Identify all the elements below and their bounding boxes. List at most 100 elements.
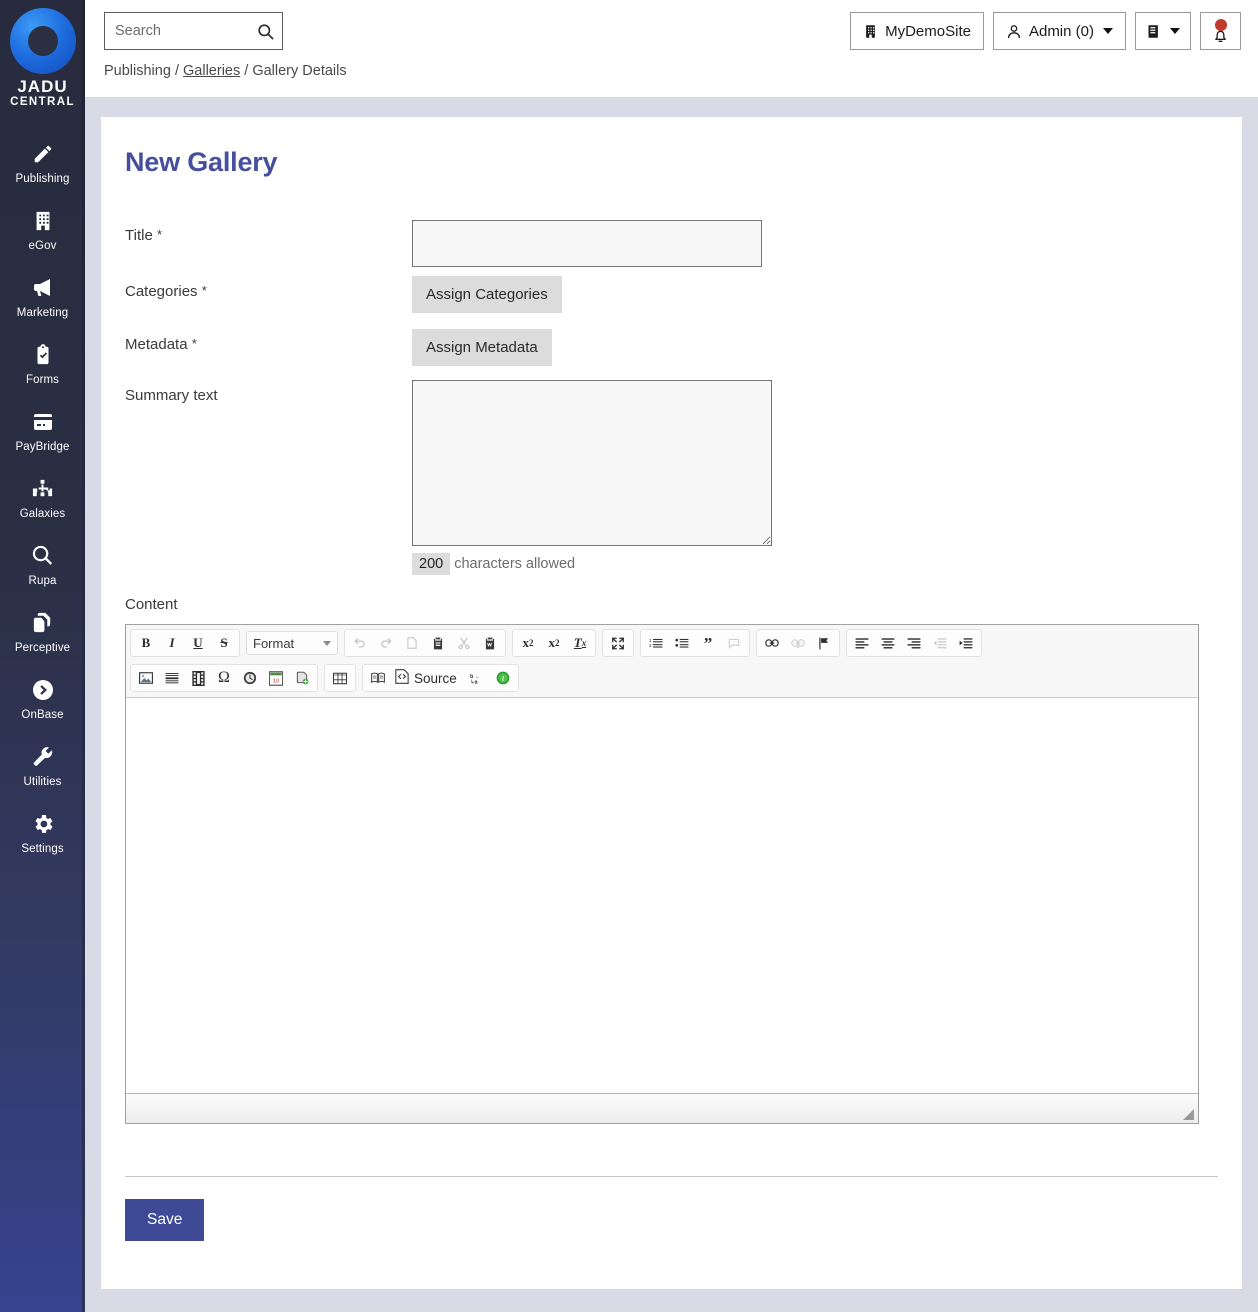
outdent-icon[interactable] [927, 631, 953, 655]
redo-icon[interactable] [373, 631, 399, 655]
book-menu-button[interactable] [1135, 12, 1191, 50]
assign-categories-button[interactable]: Assign Categories [412, 276, 562, 313]
sidebar-item-label: Marketing [16, 306, 69, 319]
source-button[interactable]: Source [391, 666, 464, 690]
insert-document-icon[interactable] [289, 666, 315, 690]
maximize-icon[interactable] [605, 631, 631, 655]
unlink-icon[interactable] [785, 631, 811, 655]
copy-documents-icon [0, 610, 85, 636]
page-area: New Gallery Title * Categories * Assign [85, 97, 1258, 1289]
blockquote-icon[interactable]: ” [695, 631, 721, 655]
required-marker: * [201, 283, 207, 298]
cut-scissors-icon[interactable] [451, 631, 477, 655]
table-icon[interactable] [327, 666, 353, 690]
editor-resize-handle[interactable] [1183, 1109, 1194, 1120]
search-box[interactable] [104, 12, 283, 50]
site-selector-button[interactable]: MyDemoSite [850, 12, 984, 50]
assign-metadata-button[interactable]: Assign Metadata [412, 329, 552, 366]
toolbar-group-insert: Ω 10 [130, 664, 318, 692]
sidebar-item-galaxies[interactable]: Galaxies [0, 465, 85, 532]
sidebar-item-label: PayBridge [15, 440, 70, 453]
sidebar-item-label: Perceptive [14, 641, 71, 654]
find-replace-icon[interactable]: b ← ↳ a [464, 666, 490, 690]
paste-from-word-icon[interactable] [477, 631, 503, 655]
link-icon[interactable] [759, 631, 785, 655]
save-button[interactable]: Save [125, 1199, 205, 1241]
summary-char-note: 200 characters allowed [412, 553, 772, 575]
numbered-list-icon[interactable]: 12 [643, 631, 669, 655]
breadcrumb-link-galleries[interactable]: Galleries [183, 63, 240, 79]
align-center-icon[interactable] [875, 631, 901, 655]
underline-icon[interactable]: U [185, 631, 211, 655]
gear-icon [0, 811, 85, 837]
horizontal-rule-icon[interactable] [159, 666, 185, 690]
breadcrumb-separator: / [174, 63, 179, 79]
sidebar-item-utilities[interactable]: Utilities [0, 733, 85, 800]
paste-icon[interactable] [425, 631, 451, 655]
sidebar-item-publishing[interactable]: Publishing [0, 130, 85, 197]
subscript-icon[interactable]: x2 [515, 631, 541, 655]
editor-toolbar-row-2: Ω 10 Source b ← ↳ a i [130, 663, 1195, 693]
svg-text:10: 10 [273, 678, 279, 684]
user-menu-button[interactable]: Admin (0) [992, 12, 1126, 50]
categories-label: Categories * [125, 276, 412, 300]
align-left-icon[interactable] [849, 631, 875, 655]
credit-card-icon [0, 409, 85, 435]
toolbar-group-maximize [602, 629, 634, 657]
content-card: New Gallery Title * Categories * Assign [101, 117, 1242, 1289]
bold-icon[interactable]: B [133, 631, 159, 655]
metadata-label: Metadata * [125, 329, 412, 353]
copy-icon[interactable] [399, 631, 425, 655]
editor-footer [126, 1093, 1198, 1123]
editor-content-area[interactable] [126, 698, 1198, 1093]
sidebar-item-rupa[interactable]: Rupa [0, 532, 85, 599]
title-input[interactable] [412, 220, 762, 267]
sidebar-item-label: Forms [25, 373, 60, 386]
search-icon[interactable] [256, 21, 276, 41]
form-row-categories: Categories * Assign Categories [125, 276, 1218, 313]
notifications-button[interactable] [1200, 12, 1241, 50]
summary-textarea[interactable] [412, 380, 772, 546]
sidebar-item-perceptive[interactable]: Perceptive [0, 599, 85, 666]
app-root: JADU CENTRAL Publishing eGov Marketing F… [0, 0, 1258, 1312]
sidebar-item-onbase[interactable]: OnBase [0, 666, 85, 733]
italic-icon[interactable]: I [159, 631, 185, 655]
sidebar-item-marketing[interactable]: Marketing [0, 264, 85, 331]
top-header: Publishing / Galleries / Gallery Details… [85, 0, 1258, 97]
breadcrumb-root: Publishing [104, 63, 171, 79]
bulleted-list-icon[interactable] [669, 631, 695, 655]
title-label: Title * [125, 220, 412, 244]
calendar-icon[interactable]: 10 [263, 666, 289, 690]
book-icon [1146, 23, 1161, 40]
chevron-down-icon [1170, 28, 1180, 34]
anchor-flag-icon[interactable] [811, 631, 837, 655]
sidebar-item-forms[interactable]: Forms [0, 331, 85, 398]
strikethrough-icon[interactable]: S [211, 631, 237, 655]
sidebar-item-paybridge[interactable]: PayBridge [0, 398, 85, 465]
format-select[interactable]: Format [246, 631, 338, 655]
toolbar-group-links [756, 629, 840, 657]
svg-text:2: 2 [649, 643, 652, 648]
info-icon[interactable]: i [490, 666, 516, 690]
special-character-icon[interactable]: Ω [211, 666, 237, 690]
indent-icon[interactable] [953, 631, 979, 655]
required-marker: * [191, 336, 197, 351]
site-selector-label: MyDemoSite [885, 22, 971, 40]
source-label: Source [414, 670, 457, 686]
align-right-icon[interactable] [901, 631, 927, 655]
remove-format-icon[interactable]: Tx [567, 631, 593, 655]
reading-book-icon[interactable] [365, 666, 391, 690]
comment-icon[interactable] [721, 631, 747, 655]
sidebar-item-label: Galaxies [19, 507, 66, 520]
sidebar-item-settings[interactable]: Settings [0, 800, 85, 867]
clock-icon[interactable] [237, 666, 263, 690]
image-icon[interactable] [133, 666, 159, 690]
user-icon [1006, 23, 1022, 40]
brand-logo[interactable]: JADU CENTRAL [0, 0, 85, 108]
breadcrumb: Publishing / Galleries / Gallery Details [104, 63, 1242, 79]
page-title: New Gallery [125, 147, 278, 177]
video-filmstrip-icon[interactable] [185, 666, 211, 690]
undo-icon[interactable] [347, 631, 373, 655]
sidebar-item-egov[interactable]: eGov [0, 197, 85, 264]
superscript-icon[interactable]: x2 [541, 631, 567, 655]
